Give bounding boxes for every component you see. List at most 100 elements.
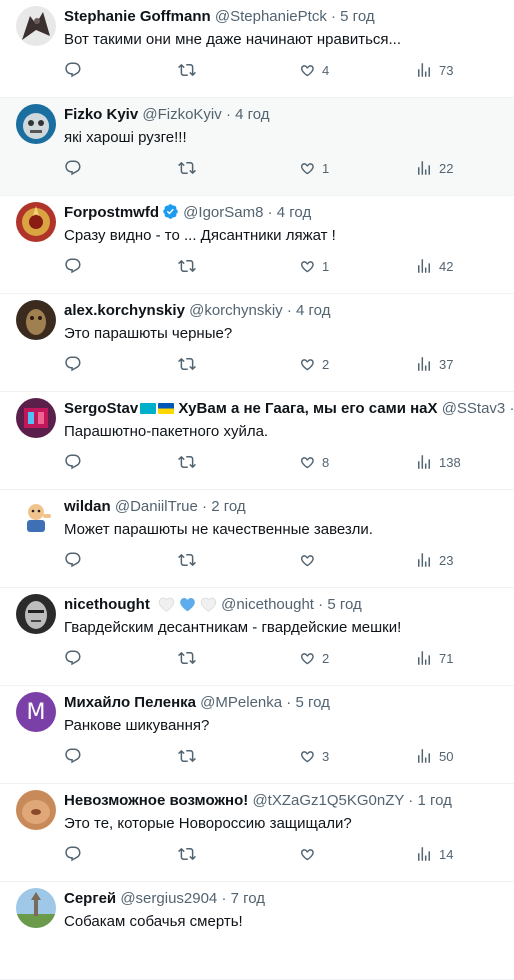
author-name-part1[interactable]: SergoStav <box>64 400 138 417</box>
like-button[interactable]: 8 <box>298 452 329 472</box>
views-icon <box>418 553 430 567</box>
author-handle[interactable]: @FizkoKyiv <box>142 106 221 123</box>
views-button[interactable]: 14 <box>415 844 453 864</box>
author-name[interactable]: Forpostmwfd <box>64 204 159 221</box>
views-button[interactable]: 42 <box>415 256 453 276</box>
avatar[interactable] <box>16 398 56 438</box>
tweet[interactable]: alex.korchynskiy @korchynskiy · 4 год Эт… <box>0 294 514 392</box>
reply-button[interactable] <box>64 648 82 668</box>
retweet-button[interactable] <box>178 550 196 570</box>
tweet-time[interactable]: 5 год <box>327 596 361 613</box>
avatar[interactable] <box>16 300 56 340</box>
tweet-time[interactable]: 2 год <box>211 498 245 515</box>
author-name[interactable]: Сергей <box>64 890 116 907</box>
reply-icon <box>65 160 81 176</box>
reply-button[interactable] <box>64 550 82 570</box>
author-handle[interactable]: @nicethought <box>221 596 314 613</box>
tweet[interactable]: Невозможное возможно! @tXZaGz1Q5KG0nZY ·… <box>0 784 514 882</box>
author-name[interactable]: Михайло Пеленка <box>64 694 196 711</box>
views-button[interactable]: 37 <box>415 354 453 374</box>
retweet-button[interactable] <box>178 256 196 276</box>
like-button[interactable]: 3 <box>298 746 329 766</box>
tweet-time[interactable]: 1 год <box>417 792 451 809</box>
retweet-button[interactable] <box>178 844 196 864</box>
avatar[interactable]: M <box>16 692 56 732</box>
reply-icon <box>65 552 81 568</box>
author-handle[interactable]: @MPelenka <box>200 694 282 711</box>
author-handle[interactable]: @sergius2904 <box>120 890 217 907</box>
author-name[interactable]: Stephanie Goffmann <box>64 8 211 25</box>
like-button[interactable]: 2 <box>298 354 329 374</box>
tweet[interactable]: SergoStav ХуВам а не Гаага, мы его сами … <box>0 392 514 490</box>
tweet-time[interactable]: 5 год <box>295 694 329 711</box>
kazakhstan-flag-icon <box>140 403 157 414</box>
heart-icon <box>300 653 314 665</box>
like-button[interactable]: 1 <box>298 256 329 276</box>
retweet-button[interactable] <box>178 354 196 374</box>
tweet-text: Собакам собачья смерть! <box>64 913 243 930</box>
avatar[interactable] <box>16 202 56 242</box>
avatar[interactable] <box>16 888 56 928</box>
retweet-button[interactable] <box>178 648 196 668</box>
reply-button[interactable] <box>64 256 82 276</box>
author-handle[interactable]: @tXZaGz1Q5KG0nZY <box>252 792 404 809</box>
tweet[interactable]: Fizko Kyiv @FizkoKyiv · 4 год які хароші… <box>0 98 514 196</box>
author-name-part2[interactable]: ХуВам а не Гаага, мы его сами наХ <box>178 400 437 417</box>
reply-button[interactable] <box>64 452 82 472</box>
tweet[interactable]: M Михайло Пеленка @MPelenka · 5 год Ранк… <box>0 686 514 784</box>
tweet[interactable]: Сергей @sergius2904 · 7 год Собакам соба… <box>0 882 514 980</box>
author-name[interactable]: wildan <box>64 498 111 515</box>
retweet-icon <box>178 259 196 273</box>
reply-button[interactable] <box>64 354 82 374</box>
heart-icon <box>300 849 314 861</box>
tweet-text: Гвардейским десантникам - гвардейские ме… <box>64 619 402 636</box>
tweet-time[interactable]: 4 год <box>235 106 269 123</box>
tweet[interactable]: Forpostmwfd @IgorSam8 · 4 год Сразу видн… <box>0 196 514 294</box>
author-name[interactable]: Fizko Kyiv <box>64 106 138 123</box>
author-name[interactable]: Невозможное возможно! <box>64 792 248 809</box>
tweet[interactable]: wildan @DaniilTrue · 2 год Может парашют… <box>0 490 514 588</box>
retweet-button[interactable] <box>178 746 196 766</box>
author-handle[interactable]: @DaniilTrue <box>115 498 198 515</box>
author-handle[interactable]: @StephaniePtck <box>215 8 327 25</box>
avatar-letter: M <box>26 699 46 725</box>
author-name[interactable]: alex.korchynskiy <box>64 302 185 319</box>
retweet-button[interactable] <box>178 158 196 178</box>
avatar[interactable] <box>16 594 56 634</box>
heart-icon <box>300 163 314 175</box>
view-count: 42 <box>439 258 454 274</box>
like-button[interactable] <box>298 844 322 864</box>
views-button[interactable]: 23 <box>415 550 453 570</box>
tweet-time[interactable]: 7 год <box>231 890 265 907</box>
retweet-button[interactable] <box>178 60 196 80</box>
retweet-button[interactable] <box>178 452 196 472</box>
reply-button[interactable] <box>64 60 82 80</box>
views-icon <box>418 357 430 371</box>
author-handle[interactable]: @IgorSam8 <box>183 204 263 221</box>
views-button[interactable]: 50 <box>415 746 453 766</box>
author-handle[interactable]: @SStav3 <box>442 400 506 417</box>
like-button[interactable]: 1 <box>298 158 329 178</box>
avatar[interactable] <box>16 6 56 46</box>
author-name[interactable]: nicethought <box>64 596 150 613</box>
tweet-time[interactable]: 4 год <box>296 302 330 319</box>
tweet[interactable]: Stephanie Goffmann @StephaniePtck · 5 го… <box>0 0 514 98</box>
views-button[interactable]: 71 <box>415 648 453 668</box>
author-handle[interactable]: @korchynskiy <box>189 302 283 319</box>
avatar[interactable] <box>16 104 56 144</box>
white-heart-icon <box>200 597 217 612</box>
like-button[interactable]: 2 <box>298 648 329 668</box>
tweet[interactable]: nicethought @nicethought · 5 год Гвардей… <box>0 588 514 686</box>
views-button[interactable]: 22 <box>415 158 453 178</box>
tweet-time[interactable]: 5 год <box>340 8 374 25</box>
reply-button[interactable] <box>64 844 82 864</box>
avatar[interactable] <box>16 496 56 536</box>
reply-button[interactable] <box>64 746 82 766</box>
like-button[interactable]: 4 <box>298 60 329 80</box>
avatar[interactable] <box>16 790 56 830</box>
views-button[interactable]: 73 <box>415 60 453 80</box>
reply-button[interactable] <box>64 158 82 178</box>
like-button[interactable] <box>298 550 322 570</box>
tweet-time[interactable]: 4 год <box>277 204 311 221</box>
views-button[interactable]: 138 <box>415 452 461 472</box>
